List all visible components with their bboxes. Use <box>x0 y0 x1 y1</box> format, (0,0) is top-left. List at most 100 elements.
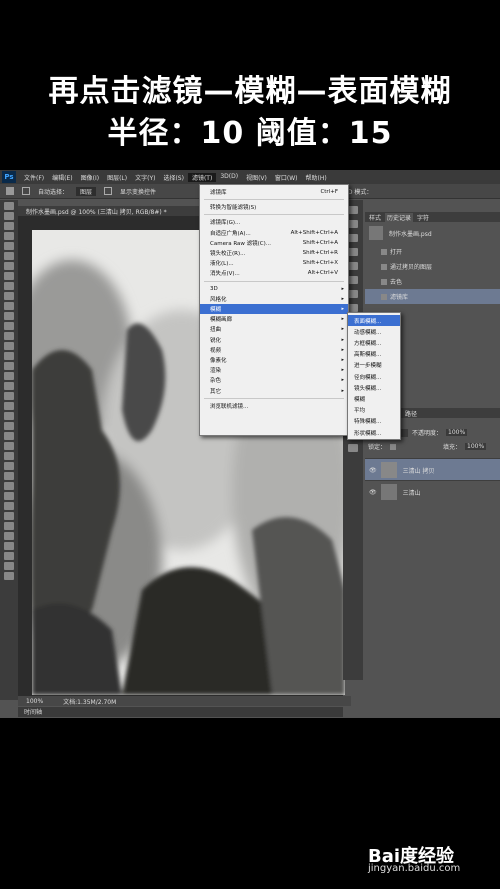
tool-icon[interactable] <box>4 442 14 450</box>
blur-submenu-item[interactable]: 形状模糊... <box>348 427 400 438</box>
tool-icon[interactable] <box>4 482 14 490</box>
tool-icon[interactable] <box>4 402 14 410</box>
tool-icon[interactable] <box>4 532 14 540</box>
history-item[interactable]: 去色 <box>365 274 500 289</box>
tool-icon[interactable] <box>4 552 14 560</box>
filter-menu-item[interactable]: 渲染 ▸ <box>200 365 348 375</box>
tool-icon[interactable] <box>4 232 14 240</box>
tool-icon[interactable] <box>4 262 14 270</box>
panel-icon[interactable] <box>348 290 358 298</box>
menu-item[interactable]: 选择(S) <box>159 173 188 182</box>
filter-menu-item[interactable]: 浏览联机滤镜... <box>200 401 348 411</box>
filter-menu-item[interactable]: 像素化 ▸ <box>200 355 348 365</box>
blur-submenu-item[interactable]: 镜头模糊... <box>348 382 400 393</box>
zoom-value[interactable]: 100% <box>26 698 43 705</box>
tool-icon[interactable] <box>4 242 14 250</box>
tool-icon[interactable] <box>4 282 14 290</box>
tool-icon[interactable] <box>4 372 14 380</box>
tool-icon[interactable] <box>4 352 14 360</box>
tool-icon[interactable] <box>4 302 14 310</box>
tool-icon[interactable] <box>4 562 14 570</box>
filter-menu-item[interactable]: 转换为智能滤镜(S) <box>200 202 348 212</box>
history-item[interactable]: 通过拷贝的图层 <box>365 259 500 274</box>
filter-menu-item[interactable]: 模糊画廊 ▸ <box>200 314 348 324</box>
tool-icon[interactable] <box>4 462 14 470</box>
move-tool-icon[interactable] <box>6 187 14 195</box>
blur-submenu-item[interactable]: 表面模糊... <box>348 315 400 326</box>
filter-menu-item[interactable]: 模糊 ▸ <box>200 304 348 314</box>
layer-row-copy[interactable]: 👁 三清山 拷贝 <box>365 458 500 481</box>
tool-icon[interactable] <box>4 432 14 440</box>
menu-item[interactable]: 窗口(W) <box>271 173 302 182</box>
filter-menu-item[interactable]: 风格化 ▸ <box>200 294 348 304</box>
blur-submenu-item[interactable]: 平均 <box>348 405 400 416</box>
tool-icon[interactable] <box>4 312 14 320</box>
panel-icon[interactable] <box>348 276 358 284</box>
blur-submenu-item[interactable]: 高斯模糊... <box>348 349 400 360</box>
menu-item[interactable]: 图像(I) <box>77 173 103 182</box>
menu-item[interactable]: 滤镜(T) <box>187 172 217 182</box>
history-item[interactable]: 打开 <box>365 244 500 259</box>
tool-icon[interactable] <box>4 332 14 340</box>
target-select[interactable]: 图层 <box>76 186 97 196</box>
tool-icon[interactable] <box>4 522 14 530</box>
blur-submenu-item[interactable]: 进一步模糊 <box>348 360 400 371</box>
panel-icon[interactable] <box>348 304 358 312</box>
tool-icon[interactable] <box>4 542 14 550</box>
tool-icon[interactable] <box>4 292 14 300</box>
tool-icon[interactable] <box>4 422 14 430</box>
tab-styles[interactable]: 样式 <box>369 213 381 222</box>
tab-character[interactable]: 字符 <box>417 213 429 222</box>
panel-icon[interactable] <box>348 234 358 242</box>
tool-icon[interactable] <box>4 212 14 220</box>
menu-item[interactable]: 编辑(E) <box>48 173 76 182</box>
panel-icon[interactable] <box>348 206 358 214</box>
timeline-tab[interactable]: 时间轴 <box>24 709 42 716</box>
history-item[interactable]: 滤镜库 <box>365 289 500 304</box>
blur-submenu-item[interactable]: 径向模糊... <box>348 371 400 382</box>
blur-submenu-item[interactable]: 特殊模糊... <box>348 416 400 427</box>
filter-menu-item[interactable]: 杂色 ▸ <box>200 375 348 385</box>
panel-icon[interactable] <box>348 248 358 256</box>
tool-icon[interactable] <box>4 572 14 580</box>
tool-icon[interactable] <box>4 362 14 370</box>
tool-icon[interactable] <box>4 222 14 230</box>
panel-icon[interactable] <box>348 220 358 228</box>
tool-icon[interactable] <box>4 392 14 400</box>
tool-icon[interactable] <box>4 382 14 390</box>
filter-menu-item[interactable]: 视频 ▸ <box>200 345 348 355</box>
lock-icon[interactable] <box>390 443 397 450</box>
filter-menu-item[interactable]: 3D ▸ <box>200 284 348 294</box>
show-transform-checkbox[interactable] <box>104 187 113 195</box>
menu-item[interactable]: 视图(V) <box>242 173 271 182</box>
filter-menu-item[interactable]: 锐化 ▸ <box>200 335 348 345</box>
tool-icon[interactable] <box>4 472 14 480</box>
panel-icon[interactable] <box>348 444 358 452</box>
tab-paths[interactable]: 路径 <box>405 409 417 418</box>
eye-icon[interactable]: 👁 <box>369 467 377 474</box>
tool-icon[interactable] <box>4 452 14 460</box>
tool-icon[interactable] <box>4 412 14 420</box>
fill-input[interactable]: 100% <box>465 443 487 450</box>
filter-menu-item[interactable]: 自适应广角(A)... Alt+Shift+Ctrl+A <box>200 228 348 238</box>
filter-menu-item[interactable]: 液化(L)... Shift+Ctrl+X <box>200 258 348 268</box>
menu-item[interactable]: 文件(F) <box>20 173 48 182</box>
blur-submenu-item[interactable]: 方框模糊... <box>348 337 400 348</box>
layer-row-original[interactable]: 👁 三清山 <box>365 480 500 503</box>
tool-icon[interactable] <box>4 512 14 520</box>
tool-icon[interactable] <box>4 492 14 500</box>
filter-menu-item[interactable]: 消失点(V)... Alt+Ctrl+V <box>200 268 348 278</box>
tool-icon[interactable] <box>4 202 14 210</box>
tab-history[interactable]: 历史记录 <box>385 212 414 222</box>
auto-select-checkbox[interactable] <box>22 187 30 195</box>
menu-item[interactable]: 图层(L) <box>103 173 131 182</box>
filter-menu-item[interactable]: 其它 ▸ <box>200 386 348 396</box>
filter-menu-item[interactable]: Camera Raw 滤镜(C)... Shift+Ctrl+A <box>200 238 348 248</box>
menu-item[interactable]: 帮助(H) <box>302 173 331 182</box>
filter-menu-item[interactable]: 镜头校正(R)... Shift+Ctrl+R <box>200 248 348 258</box>
tool-icon[interactable] <box>4 252 14 260</box>
blur-submenu-item[interactable]: 动感模糊... <box>348 326 400 337</box>
history-snapshot[interactable]: 制作水墨画.psd <box>365 224 500 242</box>
tool-icon[interactable] <box>4 502 14 510</box>
eye-icon[interactable]: 👁 <box>369 489 377 496</box>
